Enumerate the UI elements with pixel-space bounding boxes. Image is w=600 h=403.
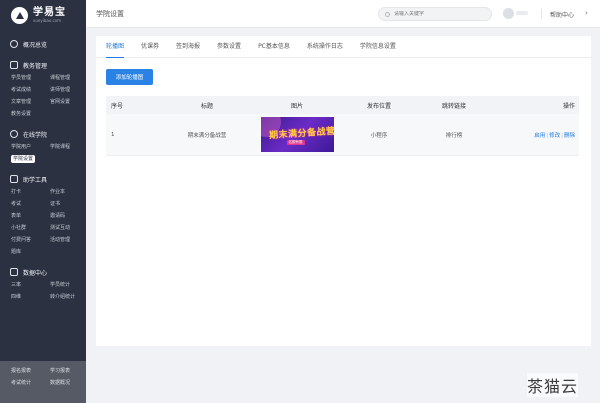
enable-link[interactable]: 启用 xyxy=(534,133,545,139)
sidebar-item-student-stats[interactable]: 学员统计 xyxy=(50,279,86,291)
sidebar-item-homework[interactable]: 作业本 xyxy=(50,186,86,198)
delete-link[interactable]: 删除 xyxy=(564,133,575,139)
sidebar-item-study-report[interactable]: 学习报表 xyxy=(50,365,86,377)
sidebar-item-academy-courses[interactable]: 学院课程 xyxy=(50,141,86,153)
tab-bar: 轮播图 优课券 签到海报 参数设置 PC基本信息 系统操作日志 学院信息设置 xyxy=(96,36,591,58)
nav-section-tools[interactable]: 助学工具 xyxy=(0,172,86,186)
tab-parameters[interactable]: 参数设置 xyxy=(217,36,241,57)
sidebar-item-exam[interactable]: 考试 xyxy=(11,198,50,210)
sidebar-item-academy-settings[interactable]: 学院设置 xyxy=(11,153,50,165)
row-title: 期末满分备战营 xyxy=(187,132,227,139)
sidebar-item-question-bank[interactable]: 题库 xyxy=(11,246,50,258)
sidebar-item-enroll-report[interactable]: 报名报表 xyxy=(11,365,50,377)
column-header-image: 图片 xyxy=(290,102,303,110)
search-box[interactable] xyxy=(378,7,492,21)
column-header-title: 标题 xyxy=(200,102,213,110)
row-image-cell: 期末满分备战营 名额有限 xyxy=(250,117,344,152)
sidebar-item-three-rates[interactable]: 三率 xyxy=(11,279,50,291)
sidebar-item-quiz[interactable]: 测试互动 xyxy=(50,222,86,234)
sidebar-item-courses[interactable]: 课程管理 xyxy=(50,72,86,84)
help-center-link[interactable]: 帮助中心 xyxy=(550,10,574,19)
sidebar-item-exam-stats[interactable]: 考试统计 xyxy=(11,377,50,389)
tab-pc-info[interactable]: PC基本信息 xyxy=(258,36,290,57)
sidebar-footer: 报名报表 学习报表 考试统计 数据概况 xyxy=(0,361,86,403)
sidebar-item-academy-users[interactable]: 学院用户 xyxy=(11,141,50,153)
banner-image[interactable]: 期末满分备战营 名额有限 xyxy=(260,117,334,152)
sidebar-item-students[interactable]: 学员管理 xyxy=(11,72,50,84)
sidebar-item-teachers[interactable]: 讲师管理 xyxy=(50,84,86,96)
tab-carousel[interactable]: 轮播图 xyxy=(106,36,125,58)
search-icon xyxy=(385,11,390,17)
sidebar-item-certificate[interactable]: 证书 xyxy=(50,198,86,210)
sidebar-item-exam-scores[interactable]: 考试成绩 xyxy=(11,84,50,96)
tab-academy-info[interactable]: 学院信息设置 xyxy=(360,36,396,57)
logo[interactable]: 学易宝 xueyibao.com xyxy=(0,0,86,30)
add-carousel-button[interactable]: 添加轮播图 xyxy=(106,69,153,85)
tab-system-log[interactable]: 系统操作日志 xyxy=(307,36,343,57)
user-name[interactable] xyxy=(516,11,528,15)
toolbox-icon xyxy=(10,175,18,183)
tab-coupons[interactable]: 优课券 xyxy=(141,36,159,57)
brand-title: 学易宝 xyxy=(33,7,66,18)
nav-section-online-academy[interactable]: 在线学院 xyxy=(0,127,86,141)
table-row: 1 期末满分备战营 期末满分备战营 名额有限 小程序 排行榜 启用|修改|删除 xyxy=(106,114,579,156)
nav-section-data[interactable]: 数据中心 xyxy=(0,265,86,279)
clock-icon xyxy=(10,40,18,48)
chart-icon xyxy=(10,268,18,276)
sidebar-item-activities[interactable]: 活动管理 xyxy=(50,234,86,246)
main-card: 轮播图 优课券 签到海报 参数设置 PC基本信息 系统操作日志 学院信息设置 添… xyxy=(96,36,591,346)
watermark: 茶猫云 xyxy=(527,373,579,397)
sidebar: 学易宝 xueyibao.com 概况总览 教务管理 学员管理 课程管理 考试成… xyxy=(0,0,86,403)
table-header: 序号 标题 图片 发布位置 跳转链接 操作 xyxy=(106,96,579,114)
sidebar-item-community[interactable]: 小社群 xyxy=(11,222,50,234)
building-icon xyxy=(10,61,18,69)
logout-arrow-icon[interactable]: › xyxy=(585,9,588,17)
sidebar-item-form[interactable]: 表单 xyxy=(11,210,50,222)
graduation-icon xyxy=(10,130,18,138)
sidebar-item-four-dimension[interactable]: 四维 xyxy=(11,291,50,303)
sidebar-item-invite-code[interactable]: 邀请码 xyxy=(50,210,86,222)
sidebar-item-referral-stats[interactable]: 转介绍统计 xyxy=(50,291,86,303)
banner-subtext: 名额有限 xyxy=(286,140,305,145)
nav-section-academic[interactable]: 教务管理 xyxy=(0,58,86,72)
carousel-table: 序号 标题 图片 发布位置 跳转链接 操作 1 期末满分备战营 期末满分备战营 … xyxy=(106,96,579,156)
avatar[interactable] xyxy=(503,8,514,19)
page-title: 学院设置 xyxy=(96,9,124,18)
brand-subtitle: xueyibao.com xyxy=(33,18,62,23)
sidebar-item-paid-qa[interactable]: 付费问答 xyxy=(11,234,50,246)
edit-link[interactable]: 修改 xyxy=(549,133,560,139)
sidebar-item-website[interactable]: 官网设置 xyxy=(50,96,86,108)
search-input[interactable] xyxy=(394,11,484,17)
row-position: 小程序 xyxy=(370,132,388,139)
column-header-link: 跳转链接 xyxy=(441,102,466,110)
column-header-actions: 操作 xyxy=(562,102,575,110)
row-actions: 启用|修改|删除 xyxy=(534,132,575,139)
column-header-position: 发布位置 xyxy=(366,102,391,110)
sidebar-item-articles[interactable]: 文章管理 xyxy=(11,96,50,108)
sidebar-item-academic-settings[interactable]: 教务设置 xyxy=(11,108,50,120)
header-divider xyxy=(541,9,542,19)
column-header-index: 序号 xyxy=(111,102,124,110)
sidebar-item-data-overview[interactable]: 数据概况 xyxy=(50,377,86,389)
logo-icon xyxy=(11,6,28,24)
row-link: 排行榜 xyxy=(445,132,463,139)
row-index: 1 xyxy=(111,131,115,138)
sidebar-item-checkin[interactable]: 打卡 xyxy=(11,186,50,198)
nav-section-overview[interactable]: 概况总览 xyxy=(0,37,86,51)
tab-checkin-poster[interactable]: 签到海报 xyxy=(176,36,200,57)
